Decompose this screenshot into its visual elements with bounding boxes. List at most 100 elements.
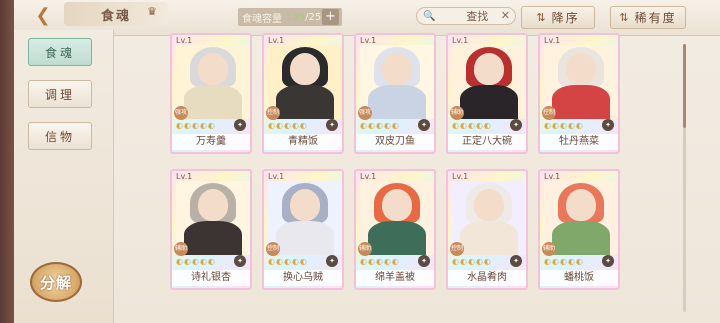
- element-icon: ✦: [510, 119, 522, 131]
- element-icon: ✦: [510, 255, 522, 267]
- star-rating: ◐◐◐◐◐: [452, 121, 492, 130]
- scrollbar-thumb[interactable]: [683, 44, 686, 128]
- portrait-body: [368, 85, 426, 119]
- character-card[interactable]: Lv.1 辅助 ◐◐◐◐◐ ✦ 诗礼银杏: [170, 169, 252, 290]
- portrait-body: [184, 221, 242, 255]
- portrait-face: [566, 53, 596, 85]
- back-button[interactable]: ❮: [26, 2, 60, 28]
- close-icon[interactable]: ✕: [501, 9, 510, 22]
- role-badge: 辅助: [174, 242, 188, 256]
- character-portrait: [544, 45, 618, 119]
- character-name: 绵羊盖被: [356, 270, 434, 286]
- character-name: 万寿羹: [172, 134, 250, 150]
- capacity-current: 109: [286, 11, 306, 23]
- role-badge: 辅助: [542, 242, 556, 256]
- character-portrait: [360, 45, 434, 119]
- character-name: 青精饭: [264, 134, 342, 150]
- nav-item-label: 信物: [44, 129, 75, 144]
- character-portrait: [268, 45, 342, 119]
- nav-item-xinwu[interactable]: 信物: [28, 122, 92, 150]
- left-decor-strip: [0, 0, 14, 323]
- decompose-label: 分解: [39, 273, 72, 292]
- character-card[interactable]: Lv.1 强攻 ◐◐◐◐◐ ✦ 万寿羹: [170, 33, 252, 154]
- sort-rarity-label: 稀有度: [634, 11, 677, 25]
- card-level: Lv.1: [268, 36, 285, 45]
- add-capacity-button[interactable]: +: [322, 9, 339, 25]
- sort-rarity-button[interactable]: ⇅ 稀有度: [610, 6, 686, 29]
- card-level: Lv.1: [360, 172, 377, 181]
- portrait-face: [382, 53, 412, 85]
- character-card[interactable]: Lv.1 强攻 ◐◐◐◐◐ ✦ 双皮刀鱼: [354, 33, 436, 154]
- plus-icon: +: [325, 9, 336, 24]
- card-level: Lv.1: [452, 172, 469, 181]
- sort-order-button[interactable]: ⇅ 降序: [521, 6, 595, 29]
- portrait-face: [290, 189, 320, 221]
- star-rating: ◐◐◐◐◐: [268, 257, 308, 266]
- role-badge: 强攻: [174, 106, 188, 120]
- role-badge: 强攻: [358, 106, 372, 120]
- back-arrow-icon: ❮: [35, 4, 51, 26]
- card-level: Lv.1: [544, 172, 561, 181]
- character-portrait: [268, 181, 342, 255]
- star-rating: ◐◐◐◐◐: [360, 121, 400, 130]
- portrait-body: [276, 221, 334, 255]
- crown-icon: ♛: [147, 5, 157, 18]
- nav-item-label: 调理: [44, 87, 75, 102]
- sort-arrow-icon: ⇅: [619, 11, 629, 24]
- star-rating: ◐◐◐◐◐: [544, 121, 584, 130]
- search-icon: 🔍: [423, 10, 436, 22]
- role-badge: 控制: [542, 106, 556, 120]
- decompose-button[interactable]: 分解: [30, 262, 82, 302]
- element-icon: ✦: [602, 255, 614, 267]
- star-rating: ◐◐◐◐◐: [360, 257, 400, 266]
- element-icon: ✦: [234, 255, 246, 267]
- character-card[interactable]: Lv.1 控制 ◐◐◐◐◐ ✦ 水晶肴肉: [446, 169, 528, 290]
- character-name: 诗礼银杏: [172, 270, 250, 286]
- character-card[interactable]: Lv.1 控制 ◐◐◐◐◐ ✦ 青精饭: [262, 33, 344, 154]
- character-name: 双皮刀鱼: [356, 134, 434, 150]
- role-badge: 控制: [266, 106, 280, 120]
- role-badge: 辅助: [358, 242, 372, 256]
- portrait-face: [198, 53, 228, 85]
- portrait-body: [552, 85, 610, 119]
- character-name: 换心乌贼: [264, 270, 342, 286]
- star-rating: ◐◐◐◐◐: [176, 257, 216, 266]
- character-portrait: [176, 181, 250, 255]
- nav-item-label: 食魂: [44, 45, 75, 60]
- character-card[interactable]: Lv.1 控制 ◐◐◐◐◐ ✦ 牡丹燕菜: [538, 33, 620, 154]
- sort-order-label: 降序: [551, 11, 580, 25]
- portrait-face: [474, 53, 504, 85]
- portrait-body: [460, 221, 518, 255]
- star-rating: ◐◐◐◐◐: [268, 121, 308, 130]
- element-icon: ✦: [418, 119, 430, 131]
- element-icon: ✦: [326, 119, 338, 131]
- character-card[interactable]: Lv.1 辅助 ◐◐◐◐◐ ✦ 蟠桃饭: [538, 169, 620, 290]
- character-name: 正定八大碗: [448, 134, 526, 150]
- character-name: 蟠桃饭: [540, 270, 618, 286]
- nav-item-shihun[interactable]: 食魂: [28, 38, 92, 66]
- character-name: 水晶肴肉: [448, 270, 526, 286]
- character-card[interactable]: Lv.1 辅助 ◐◐◐◐◐ ✦ 绵羊盖被: [354, 169, 436, 290]
- element-icon: ✦: [326, 255, 338, 267]
- portrait-face: [198, 189, 228, 221]
- game-screen: ❮ 食魂 ♛ 食魂容量 109 /250 + 🔍 查找 ✕ ⇅ 降序 ⇅ 稀有度…: [0, 0, 720, 323]
- element-icon: ✦: [418, 255, 430, 267]
- element-icon: ✦: [234, 119, 246, 131]
- card-level: Lv.1: [176, 172, 193, 181]
- portrait-body: [276, 85, 334, 119]
- role-badge: 辅助: [450, 106, 464, 120]
- character-portrait: [176, 45, 250, 119]
- character-portrait: [452, 181, 526, 255]
- portrait-body: [552, 221, 610, 255]
- card-level: Lv.1: [452, 36, 469, 45]
- character-portrait: [544, 181, 618, 255]
- character-card[interactable]: Lv.1 辅助 ◐◐◐◐◐ ✦ 正定八大碗: [446, 33, 528, 154]
- portrait-face: [382, 189, 412, 221]
- search-input[interactable]: 🔍 查找 ✕: [416, 7, 516, 25]
- nav-item-tiaoli[interactable]: 调理: [28, 80, 92, 108]
- character-card[interactable]: Lv.1 控制 ◐◐◐◐◐ ✦ 换心乌贼: [262, 169, 344, 290]
- portrait-face: [566, 189, 596, 221]
- character-portrait: [360, 181, 434, 255]
- portrait-body: [368, 221, 426, 255]
- character-grid: Lv.1 强攻 ◐◐◐◐◐ ✦ 万寿羹 Lv.1 控制 ◐◐◐◐◐ ✦ 青精饭 Lv.1 强攻 ◐◐◐◐…: [170, 33, 630, 323]
